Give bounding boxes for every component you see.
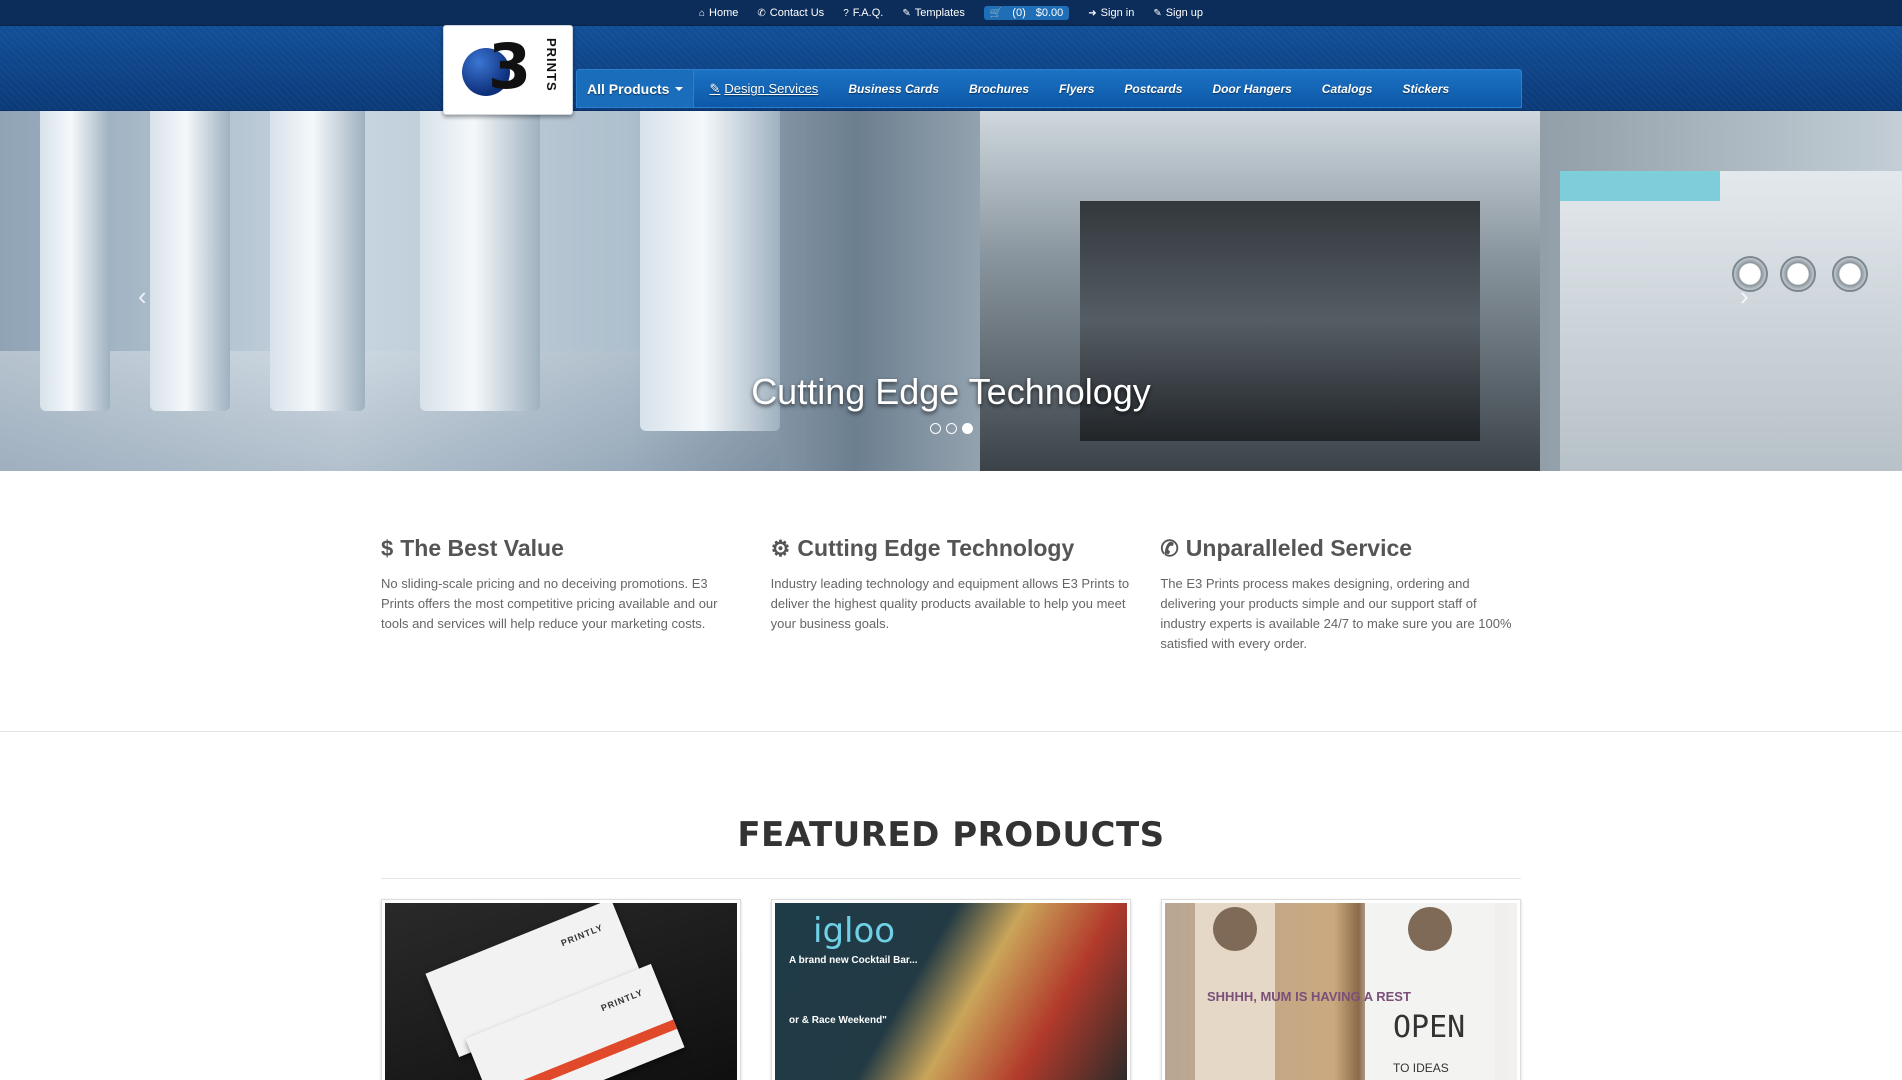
contact-us-label: Contact Us bbox=[769, 7, 825, 19]
feature-service: ✆ Unparalleled Service The E3 Prints proc… bbox=[1160, 535, 1521, 654]
hero-gauge bbox=[1780, 256, 1816, 292]
design-services-label: Design Services bbox=[724, 81, 819, 96]
hero-press-unit bbox=[270, 111, 365, 411]
feature-text: No sliding-scale pricing and no deceivin… bbox=[381, 576, 718, 631]
nav-door-hangers[interactable]: Door Hangers bbox=[1197, 70, 1306, 107]
sign-in-link[interactable]: ➜ Sign in bbox=[1088, 7, 1134, 19]
cart-button[interactable]: 🛒 (0) $0.00 bbox=[983, 6, 1070, 20]
top-utility-links: ⌂ Home ✆ Contact Us ? F.A.Q. ✎ Templates 🛒 (… bbox=[0, 0, 1902, 26]
flyer-headline: igloo bbox=[813, 911, 896, 951]
hero-press-unit bbox=[150, 111, 230, 411]
site-logo[interactable]: 3 PRINTS bbox=[443, 25, 573, 115]
product-image: PRINTLY PRINTLY bbox=[385, 903, 737, 1080]
edit-icon: ✎ bbox=[709, 80, 721, 96]
carousel-prev-arrow[interactable]: ‹ bbox=[138, 281, 147, 312]
sign-in-icon: ➜ bbox=[1088, 7, 1097, 19]
hero-caption: Cutting Edge Technology bbox=[751, 371, 1151, 412]
carousel-indicator-1[interactable] bbox=[929, 423, 941, 434]
main-nav: All Products ✎ Design Services Business … bbox=[576, 69, 1522, 108]
door-hanger-hole bbox=[1408, 907, 1452, 951]
gears-icon: ⚙ bbox=[770, 535, 791, 561]
flyer-tagline: A brand new Cocktail Bar... bbox=[789, 955, 918, 966]
featured-products-grid: PRINTLY PRINTLY igloo A brand new Cockta… bbox=[381, 899, 1521, 1080]
templates-label: Templates bbox=[914, 7, 965, 19]
feature-best-value: $ The Best Value No sliding-scale pricing… bbox=[381, 535, 742, 654]
product-card-business-cards[interactable]: PRINTLY PRINTLY bbox=[381, 899, 741, 1080]
top-utility-bar: ⌂ Home ✆ Contact Us ? F.A.Q. ✎ Templates 🛒 (… bbox=[0, 0, 1902, 26]
section-divider bbox=[0, 731, 1902, 732]
feature-heading: ⚙ Cutting Edge Technology bbox=[771, 535, 1132, 562]
feature-title: Unparalleled Service bbox=[1185, 535, 1413, 561]
nav-catalogs[interactable]: Catalogs bbox=[1307, 70, 1388, 107]
question-icon: ? bbox=[843, 7, 849, 19]
hanger-text: SHHHH, MUM IS HAVING A REST bbox=[1207, 989, 1411, 1004]
cart-total: $0.00 bbox=[1035, 7, 1064, 19]
product-card-flyers[interactable]: igloo A brand new Cocktail Bar... or & R… bbox=[771, 899, 1131, 1080]
product-image: SHHHH, MUM IS HAVING A REST OPEN TO IDEA… bbox=[1165, 903, 1517, 1080]
product-card-door-hangers[interactable]: SHHHH, MUM IS HAVING A REST OPEN TO IDEA… bbox=[1161, 899, 1521, 1080]
card-stripe bbox=[487, 1019, 678, 1080]
hero-press-unit bbox=[40, 111, 110, 411]
feature-text: The E3 Prints process makes designing, o… bbox=[1160, 576, 1512, 651]
home-icon: ⌂ bbox=[698, 7, 706, 19]
hanger-text: TO IDEAS bbox=[1393, 1061, 1449, 1075]
nav-business-cards[interactable]: Business Cards bbox=[833, 70, 954, 107]
faq-label: F.A.Q. bbox=[852, 7, 884, 19]
flyer-tagline: or & Race Weekend" bbox=[789, 1015, 887, 1026]
door-hanger-hole bbox=[1213, 907, 1257, 951]
sign-up-label: Sign up bbox=[1165, 7, 1204, 19]
logo-numeral: 3 bbox=[488, 30, 532, 103]
phone-icon: ✆ bbox=[1160, 535, 1179, 561]
feature-title: Cutting Edge Technology bbox=[797, 535, 1075, 561]
all-products-label: All Products bbox=[587, 80, 670, 97]
nav-brochures[interactable]: Brochures bbox=[954, 70, 1044, 107]
feature-title: The Best Value bbox=[400, 535, 564, 561]
nav-postcards[interactable]: Postcards bbox=[1109, 70, 1197, 107]
edit-icon: ✎ bbox=[1153, 7, 1162, 19]
card-brand: PRINTLY bbox=[559, 922, 605, 949]
product-image: igloo A brand new Cocktail Bar... or & R… bbox=[775, 903, 1127, 1080]
hero-gauge bbox=[1832, 256, 1868, 292]
hanger-text: OPEN bbox=[1393, 1010, 1466, 1045]
featured-products-title: FEATURED PRODUCTS bbox=[737, 815, 1165, 855]
feature-cutting-edge: ⚙ Cutting Edge Technology Industry leadin… bbox=[771, 535, 1132, 654]
templates-link[interactable]: ✎ Templates bbox=[902, 7, 965, 19]
carousel-indicator-3[interactable] bbox=[961, 423, 973, 434]
nav-stickers[interactable]: Stickers bbox=[1387, 70, 1464, 107]
cart-icon: 🛒 bbox=[989, 7, 1003, 19]
logo-text: PRINTS bbox=[544, 38, 559, 92]
carousel-next-arrow[interactable]: › bbox=[1740, 281, 1749, 312]
design-services-link[interactable]: ✎ Design Services bbox=[694, 70, 833, 107]
faq-link[interactable]: ? F.A.Q. bbox=[843, 7, 883, 19]
dollar-icon: $ bbox=[381, 535, 394, 561]
hero-press-unit bbox=[420, 111, 540, 411]
hero-teal-strip bbox=[1560, 171, 1720, 201]
feature-text: Industry leading technology and equipmen… bbox=[770, 576, 1130, 631]
home-link-label: Home bbox=[709, 7, 739, 19]
home-link[interactable]: ⌂ Home bbox=[699, 7, 738, 19]
pencil-icon: ✎ bbox=[902, 7, 911, 19]
contact-us-link[interactable]: ✆ Contact Us bbox=[757, 7, 824, 19]
features-row: $ The Best Value No sliding-scale pricing… bbox=[381, 535, 1521, 654]
all-products-dropdown[interactable]: All Products bbox=[577, 70, 695, 107]
cart-count: (0) bbox=[1012, 7, 1026, 19]
feature-heading: $ The Best Value bbox=[381, 535, 742, 562]
hero-gauge bbox=[1732, 256, 1768, 292]
carousel-indicator-2[interactable] bbox=[945, 423, 957, 434]
nav-flyers[interactable]: Flyers bbox=[1044, 70, 1109, 107]
card-brand: PRINTLY bbox=[599, 987, 645, 1014]
hero-carousel: ‹ › Cutting Edge Technology bbox=[0, 111, 1902, 471]
section-divider bbox=[381, 878, 1521, 879]
carousel-indicators bbox=[0, 423, 1902, 434]
phone-icon: ✆ bbox=[757, 7, 766, 19]
e3-logo-mark: 3 PRINTS bbox=[454, 34, 562, 106]
sign-up-link[interactable]: ✎ Sign up bbox=[1153, 7, 1203, 19]
sign-in-label: Sign in bbox=[1100, 7, 1135, 19]
feature-heading: ✆ Unparalleled Service bbox=[1160, 535, 1521, 562]
chevron-down-icon bbox=[675, 86, 684, 91]
